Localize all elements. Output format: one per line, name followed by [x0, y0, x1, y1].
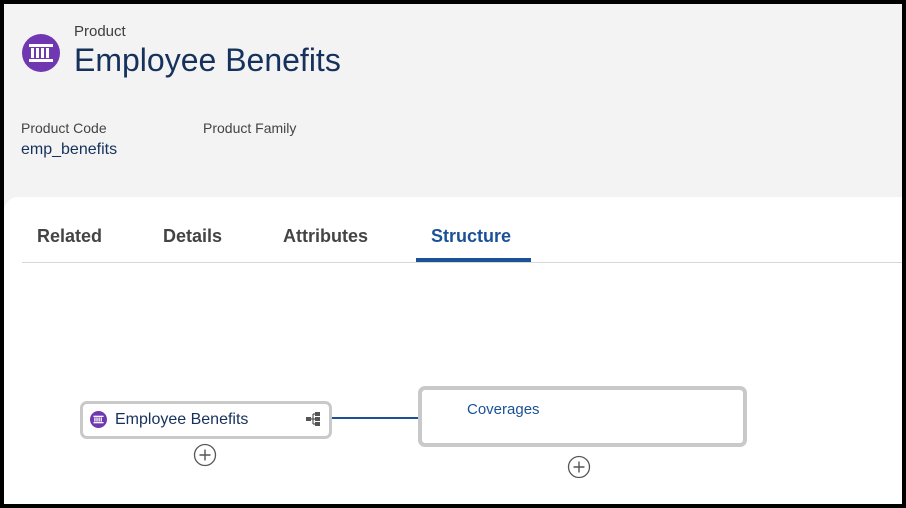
product-icon [90, 411, 107, 428]
hierarchy-icon[interactable] [305, 411, 321, 432]
object-type-label: Product [74, 23, 126, 40]
page-title: Employee Benefits [74, 42, 341, 78]
structure-connector-line [332, 417, 420, 419]
child-node-label[interactable]: Coverages [467, 401, 540, 418]
product-code-label: Product Code [21, 120, 107, 136]
app-frame: Product Employee Benefits Product Code e… [4, 4, 902, 504]
structure-child-node[interactable]: Coverages [418, 386, 747, 447]
tab-bar: Related Details Attributes Structure [22, 197, 902, 263]
product-code-value: emp_benefits [21, 141, 118, 158]
active-tab-indicator [416, 258, 531, 262]
tab-structure[interactable]: Structure [431, 226, 511, 247]
structure-root-node[interactable]: Employee Benefits [80, 401, 332, 439]
add-circle-icon[interactable] [193, 443, 217, 467]
tab-details[interactable]: Details [163, 226, 222, 247]
product-family-label: Product Family [203, 120, 297, 136]
record-content-card: Related Details Attributes Structure Emp… [4, 197, 902, 504]
tab-attributes[interactable]: Attributes [283, 226, 368, 247]
root-node-label: Employee Benefits [115, 411, 249, 428]
record-header: Product Employee Benefits Product Code e… [4, 4, 902, 204]
product-icon [22, 34, 60, 72]
add-circle-icon[interactable] [567, 455, 591, 479]
tab-related[interactable]: Related [37, 226, 102, 247]
